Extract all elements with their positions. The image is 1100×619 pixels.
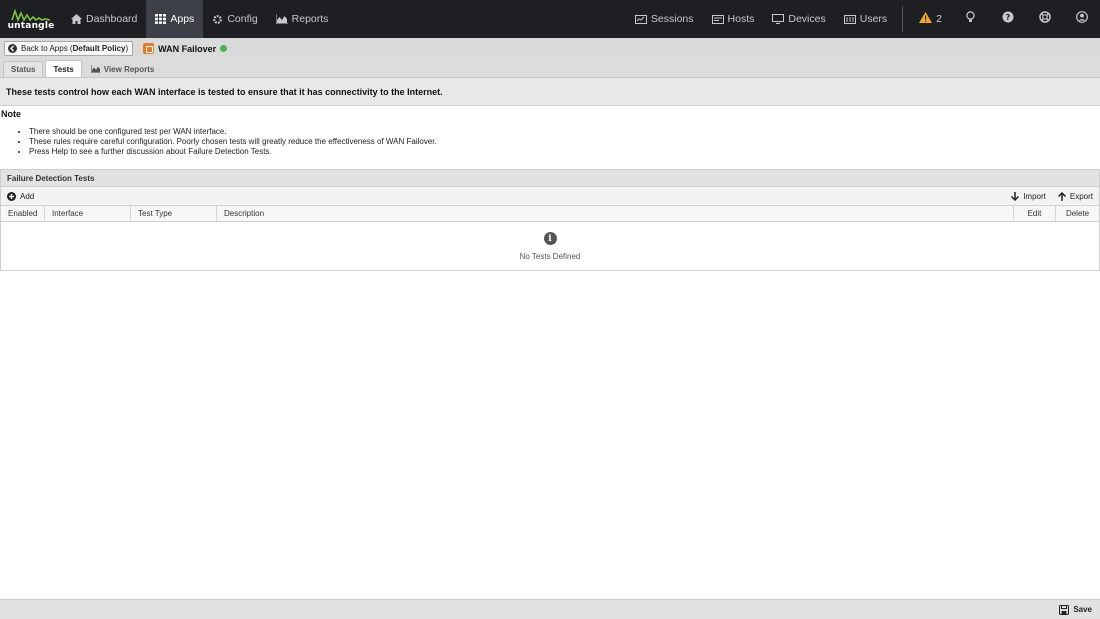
users-icon bbox=[843, 14, 856, 24]
note-item: These rules require careful configuratio… bbox=[29, 137, 437, 147]
import-button[interactable]: Import bbox=[1011, 191, 1046, 201]
back-prefix: Back to Apps ( bbox=[21, 44, 73, 53]
note-title: Note bbox=[1, 109, 21, 119]
nav-reports[interactable]: Reports bbox=[267, 0, 338, 38]
svg-text:?: ? bbox=[1005, 13, 1010, 22]
tab-tests[interactable]: Tests bbox=[45, 60, 82, 77]
breadcrumb: Back to Apps (Default Policy) WAN Failov… bbox=[0, 38, 1100, 59]
nav-devices-label: Devices bbox=[788, 13, 826, 25]
tab-status-label: Status bbox=[11, 65, 36, 74]
nav-config[interactable]: Config bbox=[203, 0, 266, 38]
arrow-down-icon bbox=[1011, 191, 1020, 201]
arrow-left-icon bbox=[8, 44, 17, 53]
logo-text: untangle bbox=[7, 20, 55, 31]
tips-button[interactable] bbox=[952, 0, 989, 38]
top-nav: untangle Dashboard Apps Config Reports S… bbox=[0, 0, 1100, 38]
nav-separator bbox=[902, 6, 904, 32]
note-item: There should be one configured test per … bbox=[29, 127, 437, 137]
nav-hosts-label: Hosts bbox=[727, 13, 755, 25]
column-header-interface[interactable]: Interface bbox=[45, 206, 131, 221]
note-section: Note There should be one configured test… bbox=[0, 106, 1100, 169]
app-status-dot bbox=[220, 45, 228, 52]
nav-users-label: Users bbox=[859, 13, 888, 25]
tab-tests-label: Tests bbox=[53, 64, 74, 74]
plus-circle-icon bbox=[7, 191, 16, 201]
alert-count: 2 bbox=[936, 13, 942, 25]
nav-reports-label: Reports bbox=[291, 13, 329, 25]
home-icon bbox=[71, 14, 82, 24]
column-header-enabled[interactable]: Enabled bbox=[1, 206, 45, 221]
tab-status[interactable]: Status bbox=[3, 61, 44, 77]
untangle-logo[interactable]: untangle bbox=[0, 0, 62, 38]
logo-wave-icon bbox=[11, 7, 51, 22]
import-label: Import bbox=[1023, 191, 1046, 201]
grid-icon bbox=[155, 14, 167, 24]
nav-right: Sessions Hosts Devices Users 2 ? bbox=[626, 0, 1100, 38]
empty-text: No Tests Defined bbox=[519, 252, 581, 261]
export-label: Export bbox=[1069, 191, 1093, 201]
column-header-edit[interactable]: Edit bbox=[1014, 206, 1056, 221]
panel-title: Failure Detection Tests bbox=[1, 169, 1099, 187]
add-button[interactable]: Add bbox=[7, 191, 35, 201]
save-button[interactable]: Save bbox=[1059, 604, 1092, 615]
sessions-icon bbox=[634, 14, 647, 24]
nav-dashboard-label: Dashboard bbox=[86, 13, 138, 25]
app-name: WAN Failover bbox=[158, 43, 217, 54]
alerts-button[interactable]: 2 bbox=[909, 0, 952, 38]
save-label: Save bbox=[1073, 605, 1092, 614]
nav-sessions-label: Sessions bbox=[650, 13, 694, 25]
account-button[interactable] bbox=[1063, 0, 1100, 38]
lightbulb-icon bbox=[966, 10, 975, 28]
tab-view-reports-label: View Reports bbox=[103, 64, 155, 74]
note-list: There should be one configured test per … bbox=[29, 127, 437, 157]
back-suffix: ) bbox=[125, 44, 129, 53]
description-banner: These tests control how each WAN interfa… bbox=[0, 78, 1100, 106]
area-chart-icon bbox=[90, 65, 101, 73]
footer-bar: Save bbox=[0, 599, 1100, 619]
export-button[interactable]: Export bbox=[1057, 191, 1093, 201]
arrow-up-icon bbox=[1057, 191, 1066, 201]
gear-icon bbox=[212, 14, 223, 25]
nav-apps[interactable]: Apps bbox=[146, 0, 204, 38]
nav-devices[interactable]: Devices bbox=[763, 0, 834, 38]
failure-detection-tests-panel: Failure Detection Tests Add Import Expor… bbox=[0, 169, 1100, 271]
info-icon: i bbox=[543, 232, 557, 245]
hosts-icon bbox=[711, 14, 724, 24]
column-header-description[interactable]: Description bbox=[217, 206, 1014, 221]
nav-dashboard[interactable]: Dashboard bbox=[62, 0, 146, 38]
nav-hosts[interactable]: Hosts bbox=[703, 0, 764, 38]
help-button[interactable]: ? bbox=[989, 0, 1026, 38]
policy-name: Default Policy bbox=[72, 44, 126, 53]
add-label: Add bbox=[20, 191, 35, 201]
area-chart-icon bbox=[275, 14, 288, 24]
nav-sessions[interactable]: Sessions bbox=[626, 0, 703, 38]
lifebuoy-icon bbox=[1038, 10, 1051, 28]
wan-failover-app-icon bbox=[143, 43, 155, 54]
devices-icon bbox=[772, 14, 785, 24]
grid-header: Enabled Interface Test Type Description … bbox=[1, 206, 1099, 222]
toolbar-right: Import Export bbox=[999, 191, 1093, 201]
column-header-test-type[interactable]: Test Type bbox=[131, 206, 217, 221]
column-header-delete[interactable]: Delete bbox=[1056, 206, 1099, 221]
back-to-apps-button[interactable]: Back to Apps (Default Policy) bbox=[4, 41, 134, 56]
tab-bar: Status Tests View Reports bbox=[0, 59, 1100, 78]
grid-body: i No Tests Defined bbox=[1, 222, 1099, 270]
warning-icon bbox=[919, 12, 933, 26]
help-icon: ? bbox=[1002, 10, 1014, 28]
support-button[interactable] bbox=[1026, 0, 1063, 38]
note-item: Press Help to see a further discussion a… bbox=[29, 147, 437, 157]
user-circle-icon bbox=[1075, 10, 1088, 28]
save-icon bbox=[1059, 604, 1070, 615]
nav-users[interactable]: Users bbox=[835, 0, 896, 38]
app-title: WAN Failover bbox=[143, 43, 228, 54]
grid-toolbar: Add Import Export bbox=[1, 187, 1099, 206]
nav-apps-label: Apps bbox=[170, 13, 195, 25]
tab-view-reports[interactable]: View Reports bbox=[84, 61, 162, 77]
nav-config-label: Config bbox=[227, 13, 258, 25]
empty-state: i No Tests Defined bbox=[1, 232, 1099, 261]
